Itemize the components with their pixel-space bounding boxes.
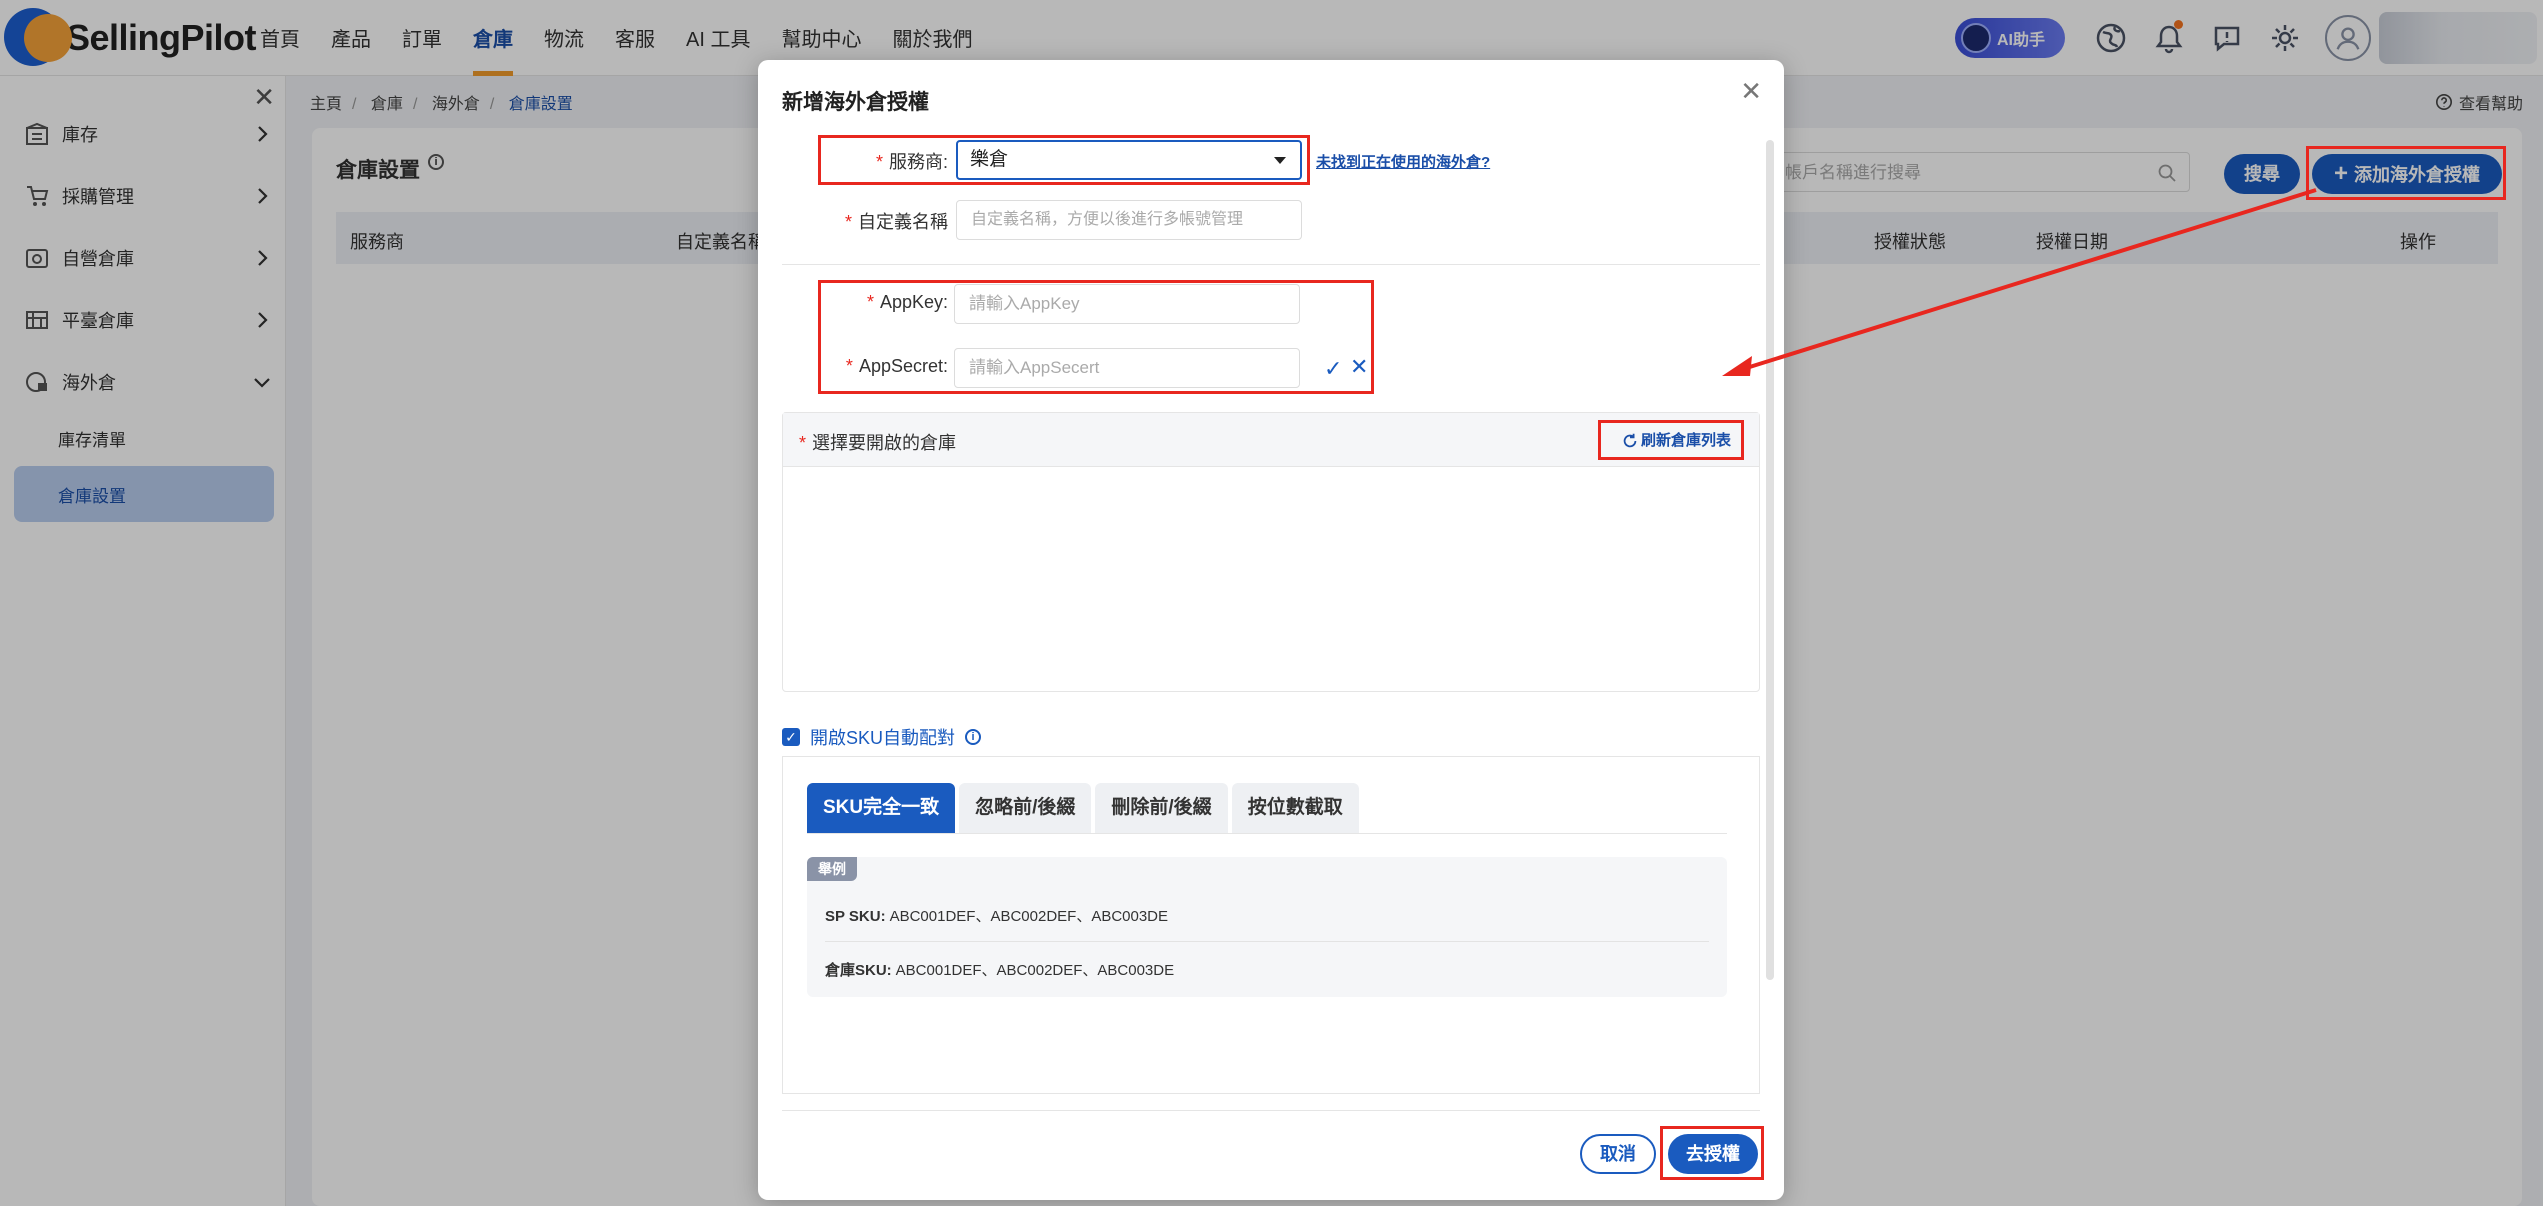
dialog-title: 新增海外倉授權 — [782, 91, 929, 114]
provider-not-found-link[interactable]: 未找到正在使用的海外倉? — [1316, 151, 1490, 172]
authorize-button[interactable]: 去授權 — [1668, 1134, 1758, 1174]
tab-delete-affix[interactable]: 刪除前/後綴 — [1095, 783, 1228, 833]
sku-example-box: 舉例 SP SKU: ABC001DEF、ABC002DEF、ABC003DE 倉… — [807, 857, 1727, 997]
divider — [782, 1110, 1760, 1111]
example-tag: 舉例 — [807, 857, 857, 881]
custom-name-label: * 自定義名稱 — [844, 212, 948, 232]
warehouse-select-panel: * 選擇要開啟的倉庫 刷新倉庫列表 — [782, 412, 1760, 692]
appsecret-label: * AppSecret: — [845, 356, 948, 376]
example-warehouse-sku: 倉庫SKU: ABC001DEF、ABC002DEF、ABC003DE — [825, 962, 1175, 979]
appkey-label: * AppKey: — [866, 292, 948, 312]
caret-down-icon — [1274, 157, 1286, 164]
scrollbar[interactable] — [1766, 140, 1774, 980]
sku-match-panel: SKU完全一致 忽略前/後綴 刪除前/後綴 按位數截取 舉例 SP SKU: AB… — [782, 756, 1760, 1094]
checkbox-checked-icon: ✓ — [782, 728, 800, 746]
check-icon[interactable]: ✓ — [1324, 356, 1342, 382]
example-sp-sku: SP SKU: ABC001DEF、ABC002DEF、ABC003DE — [825, 908, 1169, 925]
divider — [782, 264, 1760, 265]
provider-value: 樂倉 — [970, 149, 1009, 170]
divider — [807, 833, 1727, 834]
tab-ignore-affix[interactable]: 忽略前/後綴 — [959, 783, 1092, 833]
refresh-label: 刷新倉庫列表 — [1641, 432, 1732, 449]
info-icon[interactable]: i — [965, 729, 982, 745]
provider-select[interactable]: 樂倉 — [956, 140, 1302, 180]
sku-auto-match-label: 開啟SKU自動配對 — [810, 728, 956, 748]
close-icon[interactable]: ✕ — [1740, 76, 1762, 107]
appsecret-input[interactable]: 請輸入AppSecert — [954, 348, 1300, 388]
cancel-button[interactable]: 取消 — [1580, 1134, 1656, 1174]
sku-match-tabs: SKU完全一致 忽略前/後綴 刪除前/後綴 按位數截取 — [807, 783, 1363, 833]
warehouse-select-label: * 選擇要開啟的倉庫 — [799, 433, 957, 453]
provider-label: * 服務商: — [875, 152, 948, 172]
clear-icon[interactable]: ✕ — [1350, 354, 1368, 380]
tab-sku-exact[interactable]: SKU完全一致 — [807, 783, 956, 833]
custom-name-input[interactable]: 自定義名稱，方便以後進行多帳號管理 — [956, 200, 1302, 240]
refresh-warehouse-list-button[interactable]: 刷新倉庫列表 — [1613, 425, 1745, 457]
tab-truncate-digits[interactable]: 按位數截取 — [1231, 783, 1359, 833]
warehouse-panel-header: * 選擇要開啟的倉庫 刷新倉庫列表 — [783, 413, 1759, 467]
divider — [825, 941, 1709, 942]
add-overseas-auth-dialog: 新增海外倉授權 ✕ * 服務商: 樂倉 未找到正在使用的海外倉? * 自定義名稱 自… — [758, 60, 1784, 1200]
sku-auto-match-checkbox[interactable]: ✓ 開啟SKU自動配對 i — [782, 724, 982, 750]
appkey-input[interactable]: 請輸入AppKey — [954, 284, 1300, 324]
refresh-icon — [1623, 433, 1637, 448]
